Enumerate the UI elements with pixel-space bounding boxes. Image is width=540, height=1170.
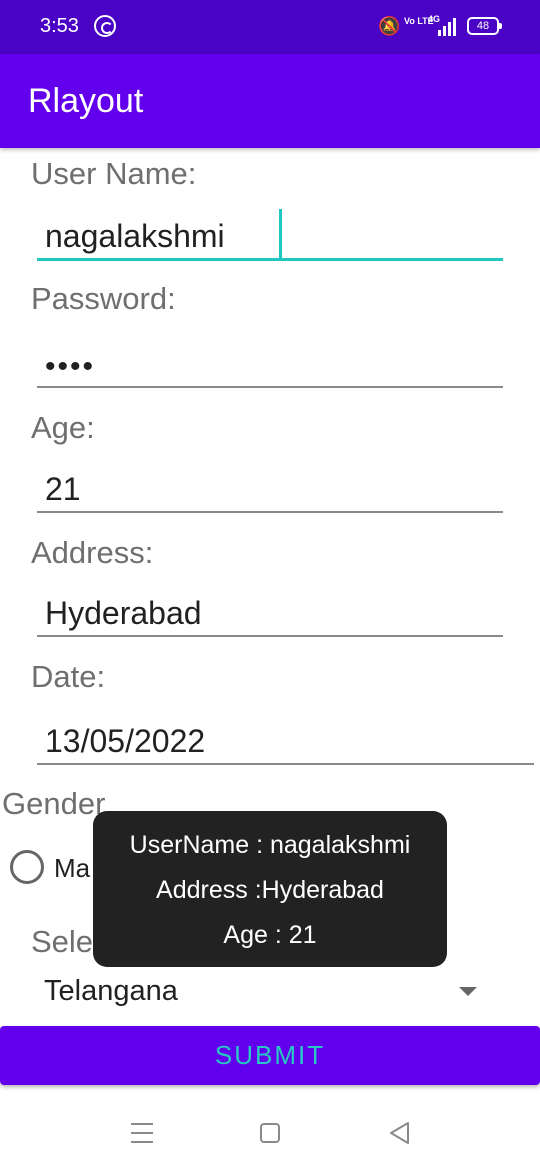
gender-radio-male[interactable] [10,850,44,884]
menu-icon[interactable] [131,1123,153,1143]
password-value: •••• [45,350,96,383]
state-selected-value: Telangana [44,975,178,1007]
gender-radio-male-label[interactable]: Ma [54,853,90,884]
address-label: Address: [31,535,154,570]
address-value: Hyderabad [45,595,202,631]
back-icon[interactable] [388,1121,410,1145]
username-label: User Name: [31,156,197,191]
date-value: 13/05/2022 [45,723,206,759]
app-bar: Rlayout [0,54,540,148]
status-bar: 3:53 🔕 Vo LTE 4G 48 [0,0,540,54]
submit-button[interactable]: SUBMIT [0,1026,540,1085]
text-cursor [279,209,282,259]
toast-message: UserName : nagalakshmi Address :Hyderaba… [93,811,447,967]
navigation-bar [0,1098,540,1170]
age-input[interactable]: 21 [37,461,503,513]
age-value: 21 [45,471,81,507]
dropdown-arrow-icon [459,987,477,996]
network-type-label: 4G [428,14,441,24]
toast-line-username: UserName : nagalakshmi [129,831,411,859]
status-time: 3:53 [40,15,79,37]
password-input[interactable]: •••• [37,336,503,388]
address-input[interactable]: Hyderabad [37,585,503,637]
age-label: Age: [31,410,95,445]
date-label: Date: [31,659,106,694]
toast-line-address: Address :Hyderabad [156,876,384,904]
toast-line-age: Age : 21 [223,921,317,949]
home-icon[interactable] [260,1123,280,1143]
whatsapp-icon [94,15,116,37]
signal-icon: 4G [428,14,456,36]
page-title: Rlayout [28,82,144,120]
state-spinner[interactable]: Telangana [30,965,500,1015]
username-value: nagalakshmi [45,218,225,254]
gender-label: Gender [2,786,106,821]
date-input[interactable]: 13/05/2022 [37,713,534,765]
username-input[interactable]: nagalakshmi [37,209,503,261]
password-label: Password: [31,281,176,316]
battery-icon: 48 [467,17,502,35]
state-label: Sele [31,924,94,959]
bell-off-icon: 🔕 [378,16,401,36]
